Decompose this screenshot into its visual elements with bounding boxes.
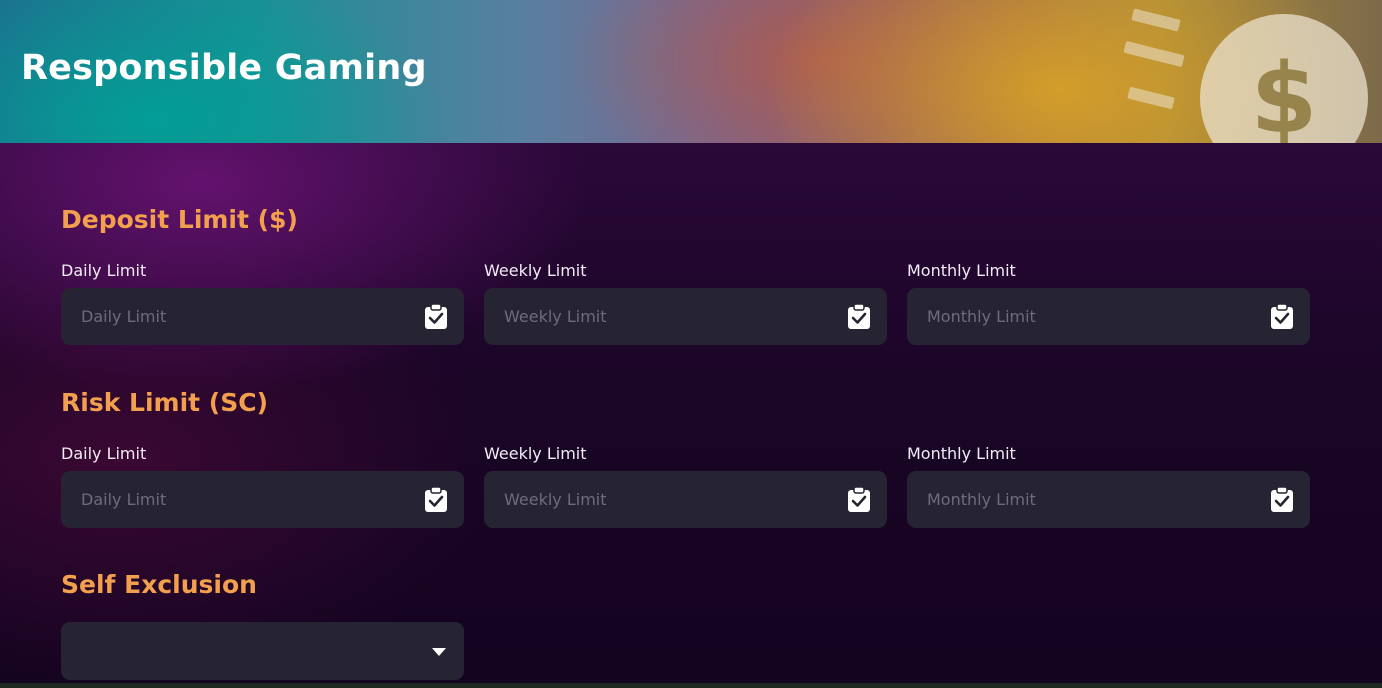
deposit-weekly-label: Weekly Limit — [484, 261, 587, 280]
deposit-monthly-label: Monthly Limit — [907, 261, 1016, 280]
risk-daily-label: Daily Limit — [61, 444, 147, 463]
deposit-monthly-input[interactable] — [907, 288, 1310, 345]
clipboard-check-icon[interactable] — [424, 304, 448, 330]
deposit-limit-heading: Deposit Limit ($) — [61, 205, 298, 234]
coin-dollar-icon: $ — [1123, 8, 1368, 143]
deposit-weekly-input[interactable] — [484, 288, 887, 345]
svg-text:$: $ — [1251, 43, 1318, 143]
caret-down-icon[interactable] — [432, 648, 446, 656]
risk-daily-field — [61, 471, 464, 528]
risk-weekly-label: Weekly Limit — [484, 444, 587, 463]
page-title: Responsible Gaming — [21, 48, 427, 88]
deposit-weekly-field — [484, 288, 887, 345]
risk-weekly-input[interactable] — [484, 471, 887, 528]
risk-limit-heading: Risk Limit (SC) — [61, 388, 269, 417]
bottom-strip — [0, 683, 1382, 688]
deposit-daily-label: Daily Limit — [61, 261, 147, 280]
self-exclusion-select[interactable] — [61, 622, 464, 680]
deposit-daily-input[interactable] — [61, 288, 464, 345]
risk-daily-input[interactable] — [61, 471, 464, 528]
self-exclusion-heading: Self Exclusion — [61, 570, 257, 599]
risk-monthly-label: Monthly Limit — [907, 444, 1016, 463]
page-header: Responsible Gaming $ — [0, 0, 1382, 143]
risk-monthly-input[interactable] — [907, 471, 1310, 528]
deposit-monthly-field — [907, 288, 1310, 345]
deposit-daily-field — [61, 288, 464, 345]
clipboard-check-icon[interactable] — [847, 487, 871, 513]
clipboard-check-icon[interactable] — [1270, 487, 1294, 513]
risk-monthly-field — [907, 471, 1310, 528]
clipboard-check-icon[interactable] — [1270, 304, 1294, 330]
clipboard-check-icon[interactable] — [847, 304, 871, 330]
clipboard-check-icon[interactable] — [424, 487, 448, 513]
risk-weekly-field — [484, 471, 887, 528]
